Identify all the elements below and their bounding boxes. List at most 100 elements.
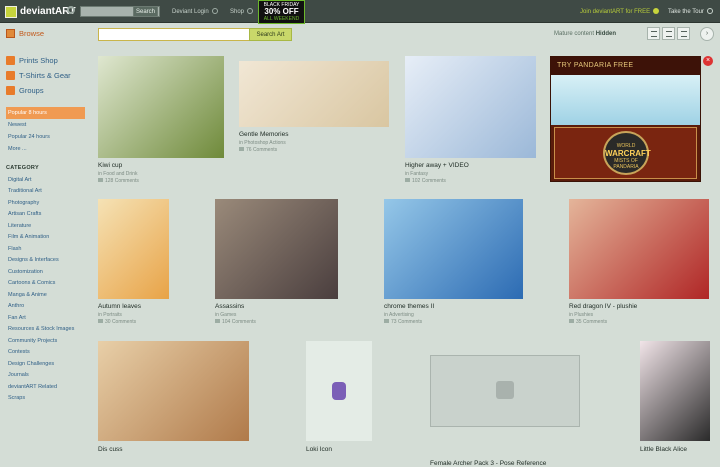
view-list-button[interactable] — [647, 27, 660, 40]
comment-icon — [405, 178, 410, 182]
category-link[interactable]: Literature — [6, 220, 88, 232]
sort-option[interactable]: More ... — [6, 143, 88, 155]
artwork-thumbnail[interactable] — [640, 341, 710, 441]
comment-icon — [98, 178, 103, 182]
category-link[interactable]: Manga & Anime — [6, 289, 88, 301]
comment-icon — [215, 319, 220, 323]
artwork-comments[interactable]: 76 Comments — [239, 147, 277, 154]
sort-option[interactable]: Newest — [6, 119, 88, 131]
comment-count: 102 Comments — [412, 178, 446, 184]
artwork-title[interactable]: Assassins — [215, 303, 244, 310]
mature-label: Mature content — [554, 31, 595, 37]
sidebar-link-1[interactable]: T-Shirts & Gear — [6, 68, 88, 83]
category-link[interactable]: deviantART Related — [6, 381, 88, 393]
artwork-thumbnail[interactable] — [215, 199, 338, 299]
ad-logo-line3: MISTS OF PANDARIA — [613, 158, 639, 170]
view-large-button[interactable] — [677, 27, 690, 40]
category-link[interactable]: Design Challenges — [6, 358, 88, 370]
artwork-category[interactable]: in Photoshop Actions — [239, 140, 286, 147]
artwork-comments[interactable]: 104 Comments — [215, 319, 256, 326]
category-link[interactable]: Artisan Crafts — [6, 209, 88, 221]
artwork-title[interactable]: chrome themes II — [384, 303, 434, 310]
advertisement[interactable]: TRY PANDARIA FREE WORLD WARCRAFT MISTS O… — [550, 56, 701, 182]
artwork-thumbnail[interactable] — [98, 199, 169, 299]
artwork-thumbnail[interactable] — [569, 199, 709, 299]
view-grid-button[interactable] — [662, 27, 675, 40]
artwork-category[interactable]: in Fantasy — [405, 171, 428, 178]
black-friday-banner[interactable]: BLACK FRIDAY 30% OFF ALL WEEKEND — [258, 0, 305, 24]
artwork-title[interactable]: Kiwi cup — [98, 162, 122, 169]
artwork-thumbnail[interactable] — [239, 61, 389, 127]
sidebar-link-label: Prints Shop — [19, 56, 58, 65]
category-link[interactable]: Digital Art — [6, 174, 88, 186]
artwork-comments[interactable]: 102 Comments — [405, 178, 446, 185]
artwork-title[interactable]: Autumn leaves — [98, 303, 141, 310]
close-icon[interactable]: × — [703, 56, 713, 66]
category-link[interactable]: Photography — [6, 197, 88, 209]
artwork-category[interactable]: in Portraits — [98, 312, 122, 319]
category-link[interactable]: Contests — [6, 347, 88, 359]
mature-content-toggle[interactable]: Mature content Hidden — [554, 31, 616, 37]
sidebar-link-0[interactable]: Prints Shop — [6, 53, 88, 68]
artwork-thumbnail[interactable] — [405, 56, 536, 158]
mature-value: Hidden — [595, 31, 617, 37]
artwork-category[interactable]: in Games — [215, 312, 236, 319]
art-search-input[interactable] — [98, 28, 250, 41]
comment-count: 35 Comments — [576, 319, 608, 325]
sort-option[interactable]: Popular 8 hours — [6, 107, 85, 119]
deviant-login-link[interactable]: Deviant Login — [172, 8, 218, 15]
category-link[interactable]: Designs & Interfaces — [6, 255, 88, 267]
comment-icon — [384, 319, 389, 323]
next-page-button[interactable]: › — [700, 27, 714, 41]
artwork-thumbnail[interactable] — [98, 341, 249, 441]
top-search-button[interactable]: Search — [133, 6, 158, 17]
category-link[interactable]: Customization — [6, 266, 88, 278]
chevron-down-icon — [247, 8, 254, 14]
sidebar: Prints Shop T-Shirts & Gear Groups Popular… — [6, 53, 88, 404]
category-link[interactable]: Traditional Art — [6, 186, 88, 198]
artwork-title[interactable]: Gentle Memories — [239, 131, 289, 138]
deviant-login-label: Deviant Login — [172, 9, 209, 15]
category-link[interactable]: Scraps — [6, 393, 88, 405]
tour-label: Take the Tour — [668, 9, 704, 15]
sidebar-link-2[interactable]: Groups — [6, 83, 88, 98]
browse-link[interactable]: Browse — [6, 29, 44, 38]
category-link[interactable]: Fan Art — [6, 312, 88, 324]
join-link[interactable]: Join deviantART for FREE — [580, 8, 660, 15]
category-link[interactable]: Cartoons & Comics — [6, 278, 88, 290]
artwork-thumbnail[interactable] — [98, 56, 224, 158]
search-art-button[interactable]: Search Art — [249, 28, 292, 41]
artwork-comments[interactable]: 73 Comments — [384, 319, 422, 326]
artwork-category[interactable]: in Plushies — [569, 312, 593, 319]
ad-headline: TRY PANDARIA FREE — [551, 57, 700, 75]
category-link[interactable]: Flash — [6, 243, 88, 255]
category-link[interactable]: Community Projects — [6, 335, 88, 347]
black-friday-line3: ALL WEEKEND — [263, 16, 300, 22]
artwork-comments[interactable]: 128 Comments — [98, 178, 139, 185]
artwork-title[interactable]: Female Archer Pack 3 - Pose Reference — [430, 460, 546, 467]
ad-image — [551, 75, 700, 125]
sort-option[interactable]: Popular 24 hours — [6, 131, 88, 143]
artwork-thumbnail[interactable] — [384, 199, 523, 299]
shop-icon — [6, 71, 15, 80]
browse-toolbar: Browse Search Art Mature content Hidden … — [0, 24, 720, 46]
artwork-title[interactable]: Higher away + VIDEO — [405, 162, 469, 169]
category-link[interactable]: Anthro — [6, 301, 88, 313]
browse-icon — [6, 29, 15, 38]
grid-view-icon — [666, 31, 672, 37]
ad-logo: WORLD WARCRAFT MISTS OF PANDARIA — [603, 131, 651, 175]
artwork-comments[interactable]: 35 Comments — [569, 319, 607, 326]
artwork-category[interactable]: in Food and Drink — [98, 171, 137, 178]
deviantart-logo-icon — [5, 5, 17, 18]
deviantart-logo[interactable]: deviantART — [5, 4, 76, 19]
info-icon — [653, 8, 660, 14]
category-link[interactable]: Journals — [6, 370, 88, 382]
artwork-comments[interactable]: 30 Comments — [98, 319, 136, 326]
category-link[interactable]: Resources & Stock Images — [6, 324, 88, 336]
settings-gear-icon[interactable] — [67, 6, 75, 14]
artwork-category[interactable]: in Advertising — [384, 312, 414, 319]
shop-menu[interactable]: Shop — [230, 8, 254, 15]
category-link[interactable]: Film & Animation — [6, 232, 88, 244]
tour-link[interactable]: Take the Tour — [668, 8, 713, 15]
artwork-title[interactable]: Red dragon IV - plushie — [569, 303, 637, 310]
